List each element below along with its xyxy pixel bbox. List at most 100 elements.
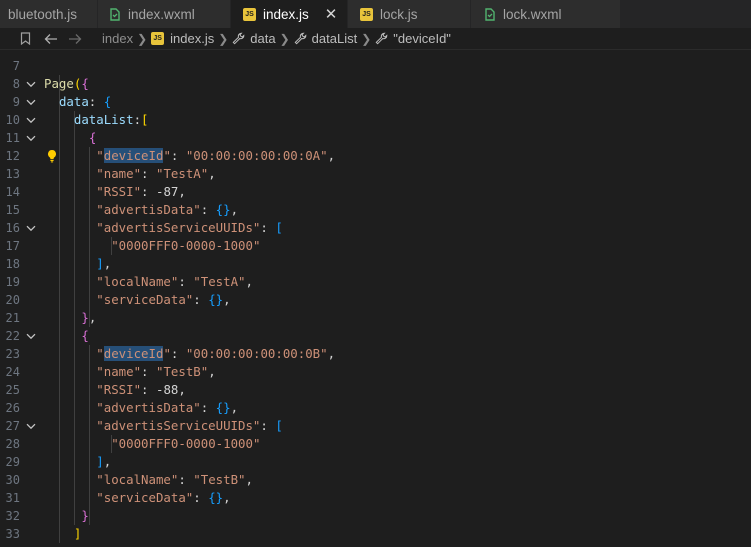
code-text: "serviceData": {}, <box>96 292 231 307</box>
wrench-icon <box>294 32 307 45</box>
line-number: 26 <box>5 401 20 415</box>
code-text: }, <box>81 310 97 325</box>
code-line[interactable]: 23 "deviceId": "00:00:00:00:00:0B", <box>0 345 751 363</box>
code-text: "advertisServiceUUIDs": [ <box>96 220 283 235</box>
code-text: { <box>88 130 97 145</box>
line-number: 32 <box>5 509 20 523</box>
fold-chevron-icon[interactable] <box>25 129 37 147</box>
fold-chevron-icon[interactable] <box>25 327 37 345</box>
code-line[interactable]: 18 ], <box>0 255 751 273</box>
code-line[interactable]: 32 } <box>0 507 751 525</box>
breadcrumb-item-datalist[interactable]: dataList <box>294 31 357 46</box>
code-text: dataList:[ <box>73 112 149 127</box>
code-line[interactable]: 9 data: { <box>0 93 751 111</box>
fold-chevron-icon[interactable] <box>25 93 37 111</box>
chevron-right-icon: ❯ <box>361 31 372 46</box>
close-icon[interactable]: ✕ <box>325 7 338 22</box>
code-line[interactable]: 11 { <box>0 129 751 147</box>
tab-label: lock.wxml <box>503 6 562 22</box>
tab-lock-js[interactable]: JS lock.js <box>348 0 471 28</box>
wxml-file-icon <box>483 7 496 21</box>
code-text: "localName": "TestA", <box>96 274 253 289</box>
fold-chevron-icon[interactable] <box>25 111 37 129</box>
tab-label: bluetooth.js <box>8 6 78 22</box>
code-line[interactable]: 17 "0000FFF0-0000-1000" <box>0 237 751 255</box>
code-line[interactable]: 26 "advertisData": {}, <box>0 399 751 417</box>
code-line[interactable]: 20 "serviceData": {}, <box>0 291 751 309</box>
tab-index-wxml[interactable]: index.wxml <box>98 0 231 28</box>
fold-chevron-icon[interactable] <box>25 219 37 237</box>
fold-chevron-icon[interactable] <box>25 75 37 93</box>
breadcrumb-item-deviceid[interactable]: "deviceId" <box>375 31 451 46</box>
editor-window: bluetooth.js index.wxml JS index.js ✕ JS… <box>0 0 751 547</box>
line-number: 7 <box>12 59 20 73</box>
code-line[interactable]: 33 ] <box>0 525 751 543</box>
code-line[interactable]: 16 "advertisServiceUUIDs": [ <box>0 219 751 237</box>
code-text: "RSSI": -88, <box>96 382 186 397</box>
code-line[interactable]: 31 "serviceData": {}, <box>0 489 751 507</box>
breadcrumb-item-data[interactable]: data <box>232 31 276 46</box>
chevron-right-icon: ❯ <box>279 31 290 46</box>
back-arrow-icon[interactable] <box>42 30 60 48</box>
fold-chevron-icon[interactable] <box>25 417 37 435</box>
tab-label: index.js <box>263 6 309 22</box>
code-line[interactable]: 12 "deviceId": "00:00:00:00:00:0A", <box>0 147 751 165</box>
code-text: "advertisData": {}, <box>96 400 239 415</box>
js-file-icon: JS <box>243 7 256 21</box>
tab-index-js[interactable]: JS index.js ✕ <box>231 0 348 28</box>
tab-label: lock.js <box>380 6 418 22</box>
code-line[interactable]: 22 { <box>0 327 751 345</box>
code-line[interactable]: 8 Page({ <box>0 75 751 93</box>
code-line[interactable]: 30 "localName": "TestB", <box>0 471 751 489</box>
js-file-icon: JS <box>151 32 165 45</box>
code-line[interactable]: 14 "RSSI": -87, <box>0 183 751 201</box>
code-line[interactable]: 13 "name": "TestA", <box>0 165 751 183</box>
bookmark-icon[interactable] <box>16 30 34 48</box>
line-number: 25 <box>5 383 20 397</box>
code-line[interactable]: 19 "localName": "TestA", <box>0 273 751 291</box>
code-line[interactable]: 29 ], <box>0 453 751 471</box>
line-number: 12 <box>5 149 20 163</box>
line-number: 29 <box>5 455 20 469</box>
breadcrumb: index ❯ JS index.js ❯ data ❯ dataList ❯ … <box>0 28 751 50</box>
code-text: data: { <box>58 94 112 109</box>
code-text: "advertisData": {}, <box>96 202 239 217</box>
code-line[interactable]: 21 }, <box>0 309 751 327</box>
code-text: "name": "TestA", <box>96 166 216 181</box>
code-editor[interactable]: 7 8 Page({9 data: {10 dataList:[11 {12 "de… <box>0 50 751 547</box>
line-number: 22 <box>5 329 20 343</box>
breadcrumb-item-file[interactable]: JS index.js <box>151 31 214 46</box>
breadcrumb-item-folder[interactable]: index <box>102 31 133 46</box>
tab-lock-wxml[interactable]: lock.wxml <box>471 0 621 28</box>
wrench-icon <box>232 32 245 45</box>
code-line[interactable]: 24 "name": "TestB", <box>0 363 751 381</box>
code-text: "RSSI": -87, <box>96 184 186 199</box>
code-line[interactable]: 28 "0000FFF0-0000-1000" <box>0 435 751 453</box>
code-line[interactable]: 25 "RSSI": -88, <box>0 381 751 399</box>
code-line[interactable]: 10 dataList:[ <box>0 111 751 129</box>
line-number: 33 <box>5 527 20 541</box>
line-number: 9 <box>12 95 20 109</box>
tab-bluetooth-js[interactable]: bluetooth.js <box>0 0 98 28</box>
line-number: 20 <box>5 293 20 307</box>
code-text: { <box>81 328 89 343</box>
forward-arrow-icon[interactable] <box>66 30 84 48</box>
line-number: 30 <box>5 473 20 487</box>
line-number: 16 <box>5 221 20 235</box>
code-text: "deviceId": "00:00:00:00:00:0A", <box>96 148 336 163</box>
line-number: 11 <box>5 131 20 145</box>
code-text: ], <box>96 454 112 469</box>
code-line[interactable]: 7 <box>0 57 751 75</box>
code-line[interactable]: 27 "advertisServiceUUIDs": [ <box>0 417 751 435</box>
breadcrumb-label: "deviceId" <box>393 31 451 46</box>
code-text: } <box>81 508 89 523</box>
tab-label: index.wxml <box>128 6 195 22</box>
code-text: "name": "TestB", <box>96 364 216 379</box>
js-file-icon: JS <box>360 7 373 21</box>
wxml-file-icon <box>108 7 121 21</box>
line-number: 15 <box>5 203 20 217</box>
line-number: 10 <box>5 113 20 127</box>
code-line[interactable]: 15 "advertisData": {}, <box>0 201 751 219</box>
code-text: "advertisServiceUUIDs": [ <box>96 418 283 433</box>
code-text: ], <box>96 256 112 271</box>
